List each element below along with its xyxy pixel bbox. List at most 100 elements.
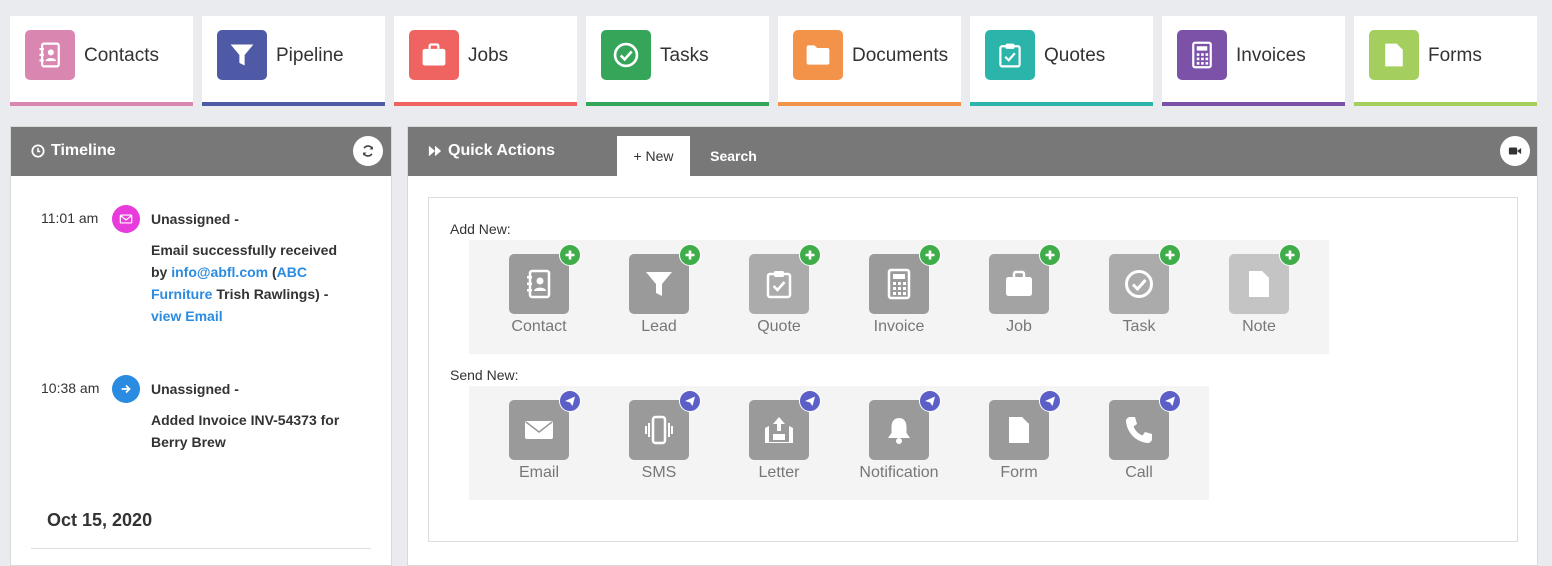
nav-tile-underline bbox=[10, 102, 193, 106]
plus-icon bbox=[1039, 244, 1061, 266]
address-book-icon bbox=[509, 254, 569, 314]
nav-tile-documents[interactable]: Documents bbox=[778, 16, 961, 106]
nav-tile-underline bbox=[394, 102, 577, 106]
quick-actions-header: Quick Actions + New Search bbox=[408, 127, 1537, 176]
timeline-header: Timeline bbox=[11, 127, 391, 176]
file-icon bbox=[1369, 30, 1419, 80]
send-sms-button[interactable]: SMS bbox=[599, 386, 719, 500]
action-label: Call bbox=[1125, 464, 1153, 481]
send-notification-button[interactable]: Notification bbox=[839, 386, 959, 500]
view-email-link[interactable]: view Email bbox=[151, 308, 223, 324]
nav-tile-label: Contacts bbox=[84, 45, 159, 66]
message-text: Email successfully received bbox=[151, 242, 337, 258]
add-job-button[interactable]: Job bbox=[959, 240, 1079, 354]
quick-actions-title: Quick Actions bbox=[428, 142, 555, 160]
send-call-button[interactable]: Call bbox=[1079, 386, 1199, 500]
add-task-button[interactable]: Task bbox=[1079, 240, 1199, 354]
nav-tile-underline bbox=[1162, 102, 1345, 106]
plus-icon bbox=[1279, 244, 1301, 266]
add-new-grid: Contact Lead Quote Invoice Job Task Note bbox=[469, 240, 1329, 354]
nav-tile-jobs[interactable]: Jobs bbox=[394, 16, 577, 106]
quick-actions-panel: Quick Actions + New Search Add New: Cont… bbox=[407, 126, 1538, 566]
action-label: Quote bbox=[757, 318, 801, 335]
phone-icon bbox=[1109, 400, 1169, 460]
action-label: Lead bbox=[641, 318, 677, 335]
timeline-assignee: Unassigned - bbox=[151, 211, 239, 227]
add-new-label: Add New: bbox=[450, 221, 511, 237]
add-invoice-button[interactable]: Invoice bbox=[839, 240, 959, 354]
quick-actions-title-text: Quick Actions bbox=[448, 142, 555, 159]
send-icon bbox=[1159, 390, 1181, 412]
plus-icon bbox=[559, 244, 581, 266]
nav-tile-underline bbox=[1354, 102, 1537, 106]
divider bbox=[31, 548, 371, 549]
video-button[interactable] bbox=[1500, 136, 1530, 166]
tab-search[interactable]: Search bbox=[696, 136, 771, 176]
send-new-label: Send New: bbox=[450, 367, 519, 383]
briefcase-icon bbox=[989, 254, 1049, 314]
action-label: SMS bbox=[641, 464, 677, 481]
envelope-icon bbox=[509, 400, 569, 460]
action-label: Email bbox=[518, 464, 559, 481]
nav-tile-invoices[interactable]: Invoices bbox=[1162, 16, 1345, 106]
action-label: Job bbox=[1006, 318, 1032, 335]
send-email-button[interactable]: Email bbox=[479, 386, 599, 500]
nav-tile-label: Tasks bbox=[660, 45, 709, 66]
inbox-upload-icon bbox=[749, 400, 809, 460]
nav-tile-contacts[interactable]: Contacts bbox=[10, 16, 193, 106]
phone-vibrate-icon bbox=[629, 400, 689, 460]
fast-forward-icon bbox=[428, 145, 442, 157]
send-icon bbox=[799, 390, 821, 412]
calculator-icon bbox=[869, 254, 929, 314]
check-circle-icon bbox=[601, 30, 651, 80]
timeline-message: Email successfully received by info@abfl… bbox=[151, 239, 361, 327]
add-contact-button[interactable]: Contact bbox=[479, 240, 599, 354]
send-form-button[interactable]: Form bbox=[959, 386, 1079, 500]
folder-icon bbox=[793, 30, 843, 80]
nav-tile-underline bbox=[970, 102, 1153, 106]
timeline-panel: Timeline 11:01 am Unassigned - Email suc… bbox=[10, 126, 392, 566]
timeline-time: 10:38 am bbox=[41, 380, 100, 396]
nav-tile-underline bbox=[202, 102, 385, 106]
nav-tile-quotes[interactable]: Quotes bbox=[970, 16, 1153, 106]
add-quote-button[interactable]: Quote bbox=[719, 240, 839, 354]
bell-icon bbox=[869, 400, 929, 460]
message-text: ( bbox=[268, 264, 277, 280]
send-icon bbox=[559, 390, 581, 412]
arrow-right-icon bbox=[112, 375, 140, 403]
plus-icon bbox=[919, 244, 941, 266]
action-label: Task bbox=[1122, 318, 1156, 335]
nav-tile-underline bbox=[586, 102, 769, 106]
action-label: Letter bbox=[758, 464, 800, 481]
refresh-icon bbox=[362, 145, 374, 157]
nav-tile-label: Invoices bbox=[1236, 45, 1306, 66]
refresh-button[interactable] bbox=[353, 136, 383, 166]
message-text: by bbox=[151, 264, 172, 280]
tab-new[interactable]: + New bbox=[617, 136, 690, 176]
action-label: Notification bbox=[859, 464, 939, 481]
timeline-title-text: Timeline bbox=[51, 142, 116, 159]
add-note-button[interactable]: Note bbox=[1199, 240, 1319, 354]
envelope-icon bbox=[112, 205, 140, 233]
timeline-title: Timeline bbox=[31, 142, 116, 160]
calculator-icon bbox=[1177, 30, 1227, 80]
clock-icon bbox=[31, 144, 45, 158]
nav-tile-label: Forms bbox=[1428, 45, 1482, 66]
nav-tile-pipeline[interactable]: Pipeline bbox=[202, 16, 385, 106]
email-link[interactable]: info@abfl.com bbox=[171, 264, 268, 280]
plus-icon bbox=[1159, 244, 1181, 266]
action-label: Invoice bbox=[873, 318, 925, 335]
briefcase-icon bbox=[409, 30, 459, 80]
add-lead-button[interactable]: Lead bbox=[599, 240, 719, 354]
send-icon bbox=[919, 390, 941, 412]
plus-icon bbox=[799, 244, 821, 266]
timeline-message: Added Invoice INV-54373 for Berry Brew bbox=[151, 412, 340, 450]
send-new-grid: Email SMS Letter Notification Form Call bbox=[469, 386, 1209, 500]
send-letter-button[interactable]: Letter bbox=[719, 386, 839, 500]
nav-tile-label: Jobs bbox=[468, 45, 509, 66]
funnel-icon bbox=[629, 254, 689, 314]
nav-tile-forms[interactable]: Forms bbox=[1354, 16, 1537, 106]
nav-tile-tasks[interactable]: Tasks bbox=[586, 16, 769, 106]
quick-actions-content: Add New: Contact Lead Quote Invoice Job Task N… bbox=[428, 197, 1518, 542]
file-icon bbox=[1229, 254, 1289, 314]
